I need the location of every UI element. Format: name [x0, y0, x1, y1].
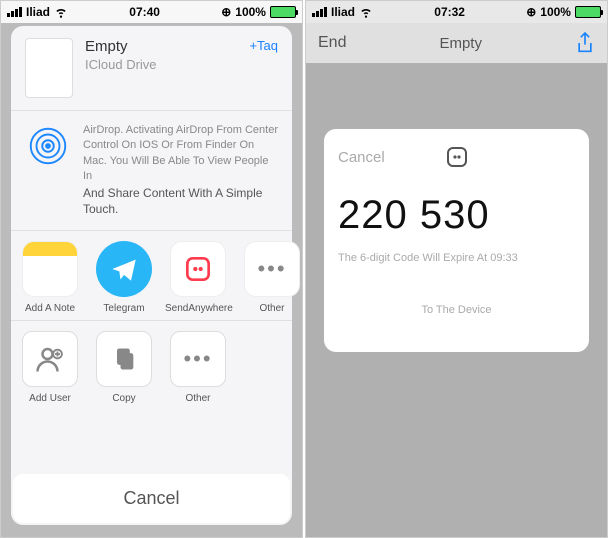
- file-location: ICloud Drive: [85, 57, 237, 72]
- sendanywhere-icon: [445, 145, 469, 169]
- more-actions-icon: •••: [170, 331, 226, 387]
- airdrop-description-bold: And Share Content With A Simple Touch.: [83, 185, 278, 219]
- end-button[interactable]: End: [318, 34, 346, 52]
- expire-label: The 6-digit Code Will Expire At 09:33: [338, 252, 575, 264]
- telegram-icon: [96, 241, 152, 297]
- add-tag-button[interactable]: +Taq: [249, 38, 278, 53]
- battery-icon: [270, 6, 296, 18]
- code-modal: Cancel 220 530 The 6-digit Code Will Exp…: [324, 129, 589, 352]
- battery-icon: [575, 6, 601, 18]
- right-screenshot: Iliad 07:32 ⊕ 100% End Empty Cancel 220 …: [305, 0, 608, 538]
- airdrop-description: AirDrop. Activating AirDrop From Center …: [83, 124, 278, 182]
- battery-pct: 100%: [235, 5, 266, 19]
- action-add-user[interactable]: Add User: [17, 331, 83, 404]
- wifi-icon: [359, 5, 373, 19]
- battery-pct: 100%: [540, 5, 571, 19]
- carrier-label: Iliad: [26, 5, 50, 19]
- cancel-button[interactable]: Cancel: [13, 474, 290, 523]
- more-icon: •••: [244, 241, 300, 297]
- orientation-lock-icon: ⊕: [526, 5, 536, 19]
- share-sheet: Empty ICloud Drive +Taq AirDrop. Activat…: [11, 26, 292, 525]
- orientation-lock-icon: ⊕: [221, 5, 231, 19]
- status-bar: Iliad 07:32 ⊕ 100%: [306, 1, 607, 23]
- app-telegram[interactable]: Telegram: [91, 241, 157, 314]
- file-title: Empty: [85, 38, 237, 55]
- app-notes[interactable]: Add A Note: [17, 241, 83, 314]
- notes-icon: [22, 241, 78, 297]
- transfer-code: 220 530: [338, 193, 575, 238]
- airdrop-icon: [25, 123, 71, 169]
- app-sendanywhere[interactable]: SendAnywhere: [165, 241, 231, 314]
- clock-label: 07:40: [129, 5, 160, 19]
- action-other[interactable]: ••• Other: [165, 331, 231, 404]
- carrier-label: Iliad: [331, 5, 355, 19]
- file-thumbnail: [25, 38, 73, 98]
- add-user-icon: [22, 331, 78, 387]
- sendanywhere-icon: [170, 241, 226, 297]
- action-copy[interactable]: Copy: [91, 331, 157, 404]
- nav-title: Empty: [439, 35, 482, 52]
- signal-icon: [7, 7, 22, 17]
- to-device-label: To The Device: [338, 304, 575, 316]
- left-screenshot: Iliad 07:40 ⊕ 100% Empty ICloud Drive +T…: [0, 0, 303, 538]
- modal-cancel-button[interactable]: Cancel: [338, 149, 385, 166]
- clock-label: 07:32: [434, 5, 465, 19]
- signal-icon: [312, 7, 327, 17]
- app-other[interactable]: ••• Other: [239, 241, 303, 314]
- status-bar: Iliad 07:40 ⊕ 100%: [1, 1, 302, 23]
- share-icon[interactable]: [575, 31, 595, 55]
- wifi-icon: [54, 5, 68, 19]
- copy-icon: [96, 331, 152, 387]
